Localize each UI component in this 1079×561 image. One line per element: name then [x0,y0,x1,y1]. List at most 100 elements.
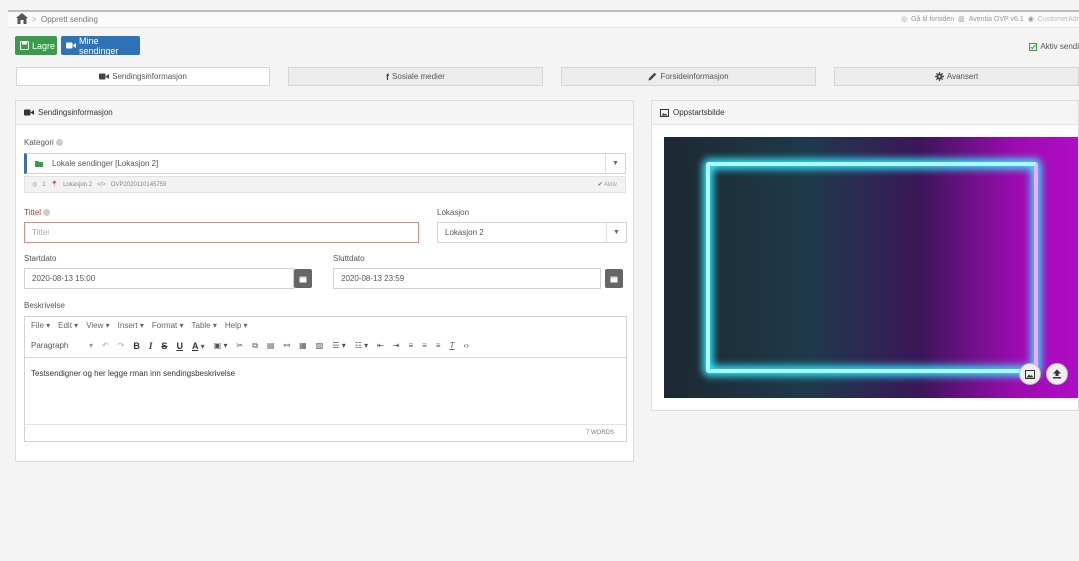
help-icon[interactable] [43,209,51,216]
gear-icon [934,72,944,81]
map-pin-icon: 📍 [50,182,59,188]
menu-label: Insert [117,321,138,330]
tab-forsideinformasjon[interactable]: Forsideinformasjon [561,67,816,86]
tab-label: Sosiale medier [392,72,445,81]
sluttdato-value: 2020-08-13 23:59 [341,274,405,283]
font-color-label: A [191,340,199,351]
strikethrough-button[interactable]: S [161,341,167,351]
align-right-icon[interactable]: ≡ [436,341,441,350]
kategori-label: Kategori [24,138,63,147]
source-code-icon[interactable]: ‹› [463,341,468,350]
top-bar: > Opprett sending ◎ Gå til forsiden ▥ Av… [8,10,1079,28]
paragraph-label: Paragraph [31,341,69,350]
folder-icon [35,160,43,167]
image-panel: Oppstartsbilde [651,100,1079,411]
my-broadcasts-label: Mine sendinger [79,35,119,56]
font-color-button[interactable]: A ▾ [192,341,205,351]
sluttdato-calendar-button[interactable] [605,269,623,288]
align-left-icon[interactable]: ≡ [409,341,414,350]
bold-button[interactable]: B [133,341,140,351]
chevron-down-icon[interactable]: ▼ [605,154,625,173]
editor-content[interactable]: Testsendigner og her legge rman inn send… [31,369,235,378]
eye-icon: ◎ [32,182,38,188]
tab-label: Sendingsinformasjon [112,72,187,81]
menu-label: File [31,321,44,330]
italic-button[interactable]: I [149,341,153,351]
outdent-icon[interactable]: ⇤ [377,341,384,350]
tab-sosiale-medier[interactable]: f Sosiale medier [288,67,543,86]
menu-label: Format [151,321,178,330]
cut-icon[interactable]: ✂ [236,341,243,350]
kategori-value: Lokale sendinger [Lokasjon 2] [52,159,159,168]
menu-file[interactable]: File ▾ [31,321,50,330]
underline-button[interactable]: U [176,341,183,351]
rich-text-editor: File ▾ Edit ▾ View ▾ Insert ▾ Format ▾ T… [24,316,627,442]
help-icon[interactable] [55,139,63,146]
paste-icon[interactable]: ▤ [267,341,275,350]
my-broadcasts-button[interactable]: Mine sendinger [61,35,140,56]
version-label: Aventia OVP v6.1 [968,16,1024,23]
lokasjon-select[interactable]: Lokasjon 2 ▼ [437,222,627,243]
info-panel-title: Sendingsinformasjon [38,108,113,117]
kategori-label-text: Kategori [24,138,54,147]
upload-icon [1052,369,1062,379]
menu-table[interactable]: Table ▾ [192,321,217,330]
align-center-icon[interactable]: ≡ [422,341,427,350]
kategori-count: 1 [42,181,46,188]
tab-avansert[interactable]: Avansert [834,67,1079,86]
menu-label: Edit [58,321,72,330]
sluttdato-input[interactable]: 2020-08-13 23:59 [333,268,601,289]
user-menu[interactable]: CustomerAdr [1038,16,1079,23]
image-icon[interactable]: ▧ [316,341,324,350]
code-icon: </> [97,181,106,188]
media-icon[interactable]: ▦ [299,341,307,350]
upload-image-button[interactable] [1046,363,1068,385]
status-text: Aktiv [603,182,617,188]
active-broadcast-label: Aktiv sendi [1040,42,1079,51]
pencil-icon [648,72,657,81]
menu-help[interactable]: Help ▾ [225,321,248,330]
image-icon [660,108,669,117]
calendar-icon [299,275,307,283]
highlight-color-icon[interactable]: ▣ ▾ [214,341,228,350]
undo-icon[interactable]: ↶ [102,341,109,350]
menu-label: Help [224,321,242,330]
kategori-code: OVP2020110145759 [110,181,167,188]
paragraph-select[interactable]: Paragraph ▾ [31,341,93,350]
home-icon[interactable] [16,13,28,24]
image-icon [1025,369,1035,379]
save-button[interactable]: Lagre [15,36,57,55]
startdato-value: 2020-08-13 15:00 [32,274,96,283]
info-panel-header: Sendingsinformasjon [16,101,633,125]
menu-view[interactable]: View ▾ [86,321,109,330]
kategori-select[interactable]: Lokale sendinger [Lokasjon 2] ▼ [24,153,626,174]
tittel-placeholder: Tittel [32,228,50,237]
startdato-input[interactable]: 2020-08-13 15:00 [24,268,294,289]
bullet-list-icon[interactable]: ☷ ▾ [355,341,368,350]
breadcrumb-current: Opprett sending [41,15,98,24]
choose-image-button[interactable] [1019,363,1041,385]
chevron-down-icon[interactable]: ▼ [606,223,626,242]
active-broadcast-checkbox[interactable]: Aktiv sendi [1029,42,1079,51]
copy-icon[interactable]: ⧉ [252,341,258,351]
tab-label: Avansert [946,72,979,81]
clear-format-icon[interactable]: T [450,341,455,350]
menu-insert[interactable]: Insert ▾ [118,321,144,330]
startdato-calendar-button[interactable] [294,269,312,288]
indent-icon[interactable]: ⇥ [393,341,400,350]
neon-frame [706,162,1038,373]
tab-sendingsinformasjon[interactable]: Sendingsinformasjon [16,67,270,86]
redo-icon[interactable]: ↷ [118,341,125,350]
home-link[interactable]: Gå til forsiden [911,16,954,23]
menu-edit[interactable]: Edit ▾ [58,321,78,330]
facebook-icon: f [386,71,390,82]
video-camera-icon [99,73,110,80]
building-icon: ▥ [958,16,965,23]
tittel-label-text: Tittel [24,208,42,217]
tittel-input[interactable]: Tittel [24,222,419,243]
tab-label: Forsideinformasjon [660,72,729,81]
link-icon[interactable]: ⚯ [283,341,290,350]
menu-format[interactable]: Format ▾ [152,321,184,330]
numbered-list-icon[interactable]: ☰ ▾ [332,341,345,350]
beskrivelse-label: Beskrivelse [24,301,65,310]
